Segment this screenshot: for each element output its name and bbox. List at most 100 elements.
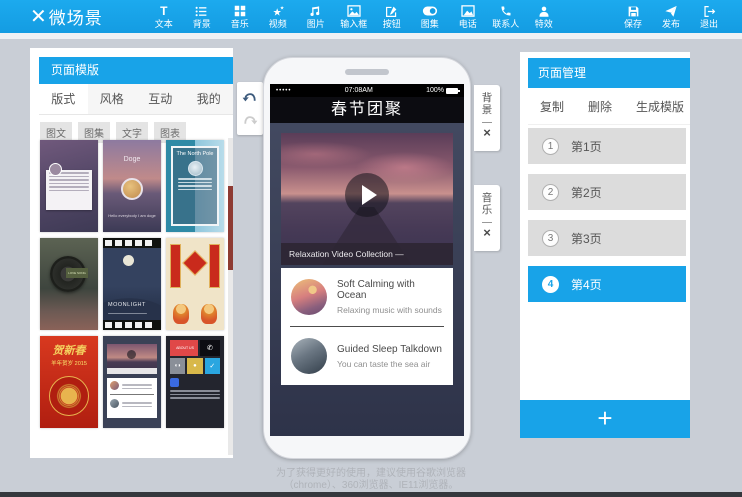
doge-avatar (121, 178, 143, 200)
moon (123, 255, 134, 266)
page-row-4[interactable]: 4 第4页 (528, 266, 686, 302)
page-actions: 复制 删除 生成模版 (528, 88, 690, 125)
list-icon (195, 5, 208, 18)
tool-button[interactable]: 按钮 (373, 5, 411, 29)
kid-figure (173, 304, 189, 324)
signal-dots: ••••• (276, 88, 292, 94)
template-avatar-card[interactable] (40, 140, 98, 232)
filmstrip-bottom (103, 320, 161, 330)
toolbar-divider (0, 33, 742, 39)
side-tab-music[interactable]: 音乐 × (474, 185, 500, 251)
side-tab-background[interactable]: 背景 × (474, 85, 500, 151)
dash (482, 122, 492, 123)
mini-frame: The North Pole (171, 146, 219, 226)
page-number-badge: 2 (542, 184, 559, 201)
filmstrip-top (103, 238, 161, 248)
template-tabs: 版式 风格 互动 我的 (39, 84, 233, 115)
template-scrollbar-track[interactable] (228, 138, 233, 455)
list-item[interactable]: Guided Sleep Talkdown You can taste the … (281, 327, 453, 385)
list-item[interactable]: Soft Calming with Ocean Relaxing music w… (281, 268, 453, 326)
video-caption: Relaxation Video Collection — (281, 243, 453, 265)
tool-exit[interactable]: 退出 (690, 5, 728, 29)
tab-style[interactable]: 风格 (88, 84, 137, 114)
tool-effects[interactable]: 特效 (525, 5, 563, 29)
page-manager-title: 页面管理 (528, 58, 690, 88)
template-north-pole[interactable]: The North Pole (166, 140, 224, 232)
battery-icon (446, 88, 458, 94)
tool-input-box[interactable]: 输入框 (335, 5, 373, 29)
music-note-icon (309, 5, 322, 18)
photo-icon (461, 5, 475, 18)
playlist-card: Soft Calming with Ocean Relaxing music w… (281, 268, 453, 385)
page-manager-panel: 页面管理 复制 删除 生成模版 1 第1页 2 第2页 3 第3页 4 第4页 … (520, 52, 690, 438)
mini-card (46, 170, 92, 210)
toolbar-tools: T 文本 背景 音乐 视频 图片 输入框 按钮 图集 (145, 5, 563, 29)
delete-button[interactable]: 删除 (588, 98, 612, 115)
tab-mine[interactable]: 我的 (185, 84, 234, 114)
image-icon (347, 5, 361, 18)
item-avatar (291, 338, 327, 374)
make-template-button[interactable]: 生成模版 (636, 98, 684, 115)
template-video-collection[interactable] (103, 336, 161, 428)
play-button[interactable] (345, 173, 389, 217)
tool-publish[interactable]: 发布 (652, 5, 690, 29)
page-number-badge: 1 (542, 138, 559, 155)
browser-recommendation: 为了获得更好的使用，建议使用谷歌浏览器 （chrome）、360浏览器、IE11… (0, 468, 742, 492)
close-icon[interactable]: × (483, 127, 491, 139)
mini-play-icon (127, 350, 136, 359)
dash (482, 222, 492, 223)
template-scrollbar-thumb[interactable] (228, 186, 233, 270)
template-moonlight[interactable]: MOONLIGHT (103, 238, 161, 330)
add-page-button[interactable]: + (520, 400, 690, 438)
tool-gallery[interactable]: 图集 (411, 5, 449, 29)
mini-avatar (110, 381, 119, 390)
toolbar-right-tools: 保存 发布 退出 (614, 5, 728, 29)
text-icon: T (160, 5, 167, 18)
template-love-song[interactable]: LOVE SONG (40, 238, 98, 330)
item-avatar (291, 279, 327, 315)
redo-icon[interactable] (242, 113, 258, 127)
template-grid: Doge Hello everybody I am doge The North… (40, 140, 228, 428)
battery-percent: 100% (426, 87, 444, 94)
exit-icon (703, 5, 716, 18)
kid-figure (201, 304, 217, 324)
undo-icon[interactable] (242, 90, 258, 104)
badge-tile (170, 378, 179, 387)
tool-contacts[interactable]: 联系人 (487, 5, 525, 29)
tool-text[interactable]: T 文本 (145, 5, 183, 29)
app-logo[interactable]: ✕ 微场景 (30, 4, 103, 29)
tab-interact[interactable]: 互动 (136, 84, 185, 114)
tool-phone[interactable]: 电话 (449, 5, 487, 29)
video-block[interactable]: Relaxation Video Collection — (281, 133, 453, 265)
close-icon[interactable]: × (483, 227, 491, 239)
logo-text: 微场景 (49, 4, 103, 29)
phone-screen: ••••• 07:08AM 100% 春节团聚 Relaxation Video… (270, 84, 464, 436)
person-icon (538, 5, 550, 18)
gold-flower (49, 376, 89, 416)
page-row-3[interactable]: 3 第3页 (528, 220, 686, 256)
undo-redo-box (237, 82, 263, 135)
tool-video[interactable]: 视频 (259, 5, 297, 29)
grid-icon (234, 5, 246, 18)
tab-layout[interactable]: 版式 (39, 84, 88, 114)
template-he-xin-chun[interactable]: 贺新春 羊年贺岁 2015 (40, 336, 98, 428)
page-row-1[interactable]: 1 第1页 (528, 128, 686, 164)
copy-button[interactable]: 复制 (540, 98, 564, 115)
clock: 07:08AM (345, 87, 373, 94)
logo-x-icon: ✕ (30, 4, 45, 29)
template-app-tiles[interactable]: ABOUT US ✆ ◖◗ ● ✓ (166, 336, 224, 428)
phone-speaker (345, 69, 389, 75)
tool-background[interactable]: 背景 (183, 5, 221, 29)
tool-save[interactable]: 保存 (614, 5, 652, 29)
top-toolbar: ✕ 微场景 T 文本 背景 音乐 视频 图片 输入框 按钮 (0, 0, 742, 33)
tool-picture[interactable]: 图片 (297, 5, 335, 29)
page-row-2[interactable]: 2 第2页 (528, 174, 686, 210)
template-new-year-couplets[interactable] (166, 238, 224, 330)
save-icon (627, 5, 640, 18)
tool-music[interactable]: 音乐 (221, 5, 259, 29)
page-title: 春节团聚 (270, 97, 464, 123)
template-doge[interactable]: Doge Hello everybody I am doge (103, 140, 161, 232)
page-number-badge: 4 (542, 276, 559, 293)
template-panel: 页面模版 版式 风格 互动 我的 图文 图集 文字 图表 Doge Hello … (30, 48, 233, 458)
check-tile-icon: ✓ (205, 358, 220, 374)
